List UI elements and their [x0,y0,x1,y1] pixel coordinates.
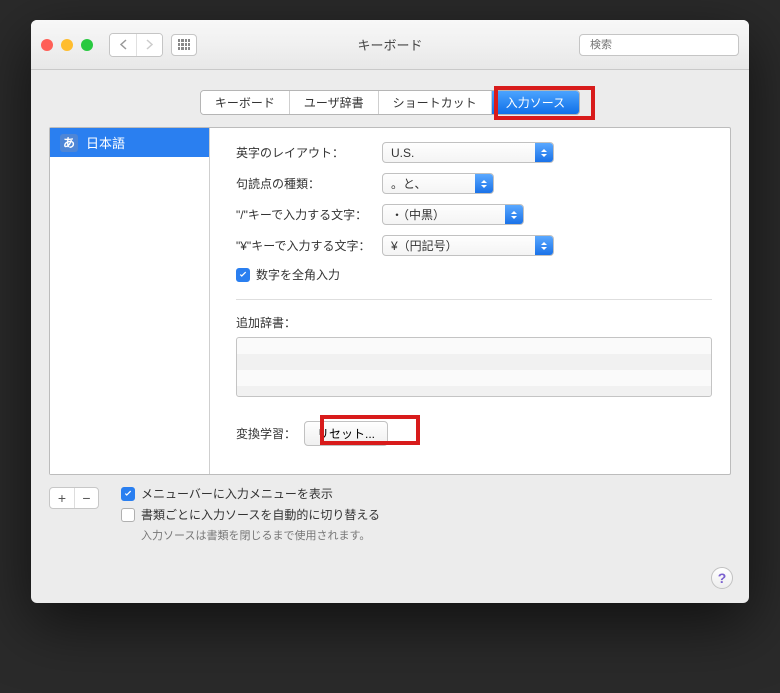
chevron-updown-icon [535,143,553,162]
search-field[interactable] [579,34,739,56]
remove-button[interactable]: − [74,488,98,508]
checkbox-auto-switch[interactable]: 書類ごとに入力ソースを自動的に切り替える [121,506,731,523]
forward-button[interactable] [136,34,162,56]
tab-user-dict[interactable]: ユーザ辞書 [289,91,378,114]
add-button[interactable]: + [50,488,74,508]
select-slash-key[interactable]: ・（中黒） [382,204,524,225]
help-button[interactable]: ? [711,567,733,589]
label-roman-layout: 英字のレイアウト： [236,144,382,161]
label-learning: 変換学習： [236,425,296,442]
checkmark-icon [121,487,135,501]
tabs-row: キーボード ユーザ辞書 ショートカット 入力ソース [31,70,749,127]
label-additional-dict: 追加辞書： [236,314,382,331]
tab-input-sources[interactable]: 入力ソース [491,91,579,114]
label-punctuation: 句読点の種類： [236,175,382,192]
label-yen-key: "¥"キーで入力する文字： [236,237,382,254]
window-title: キーボード [357,35,422,54]
chevron-updown-icon [505,205,523,224]
additional-dict-list[interactable] [236,337,712,397]
add-remove-buttons: + − [49,487,99,509]
input-source-label: 日本語 [86,133,125,152]
main-panel: あ 日本語 英字のレイアウト： U.S. 句読点の種類： 。と、 "/"キーで入… [49,127,731,475]
preferences-window: キーボード キーボード ユーザ辞書 ショートカット 入力ソース あ 日本語 英字 [31,20,749,603]
chevron-updown-icon [535,236,553,255]
tab-keyboard[interactable]: キーボード [201,91,289,114]
grid-icon [178,39,190,51]
select-punctuation[interactable]: 。と、 [382,173,494,194]
show-all-button[interactable] [171,34,197,56]
content: あ 日本語 英字のレイアウト： U.S. 句読点の種類： 。と、 "/"キーで入… [31,127,749,557]
tab-shortcuts[interactable]: ショートカット [378,91,491,114]
titlebar: キーボード [31,20,749,70]
reset-button[interactable]: リセット... [304,421,388,446]
input-source-japanese[interactable]: あ 日本語 [50,128,209,157]
select-yen-key[interactable]: ¥（円記号） [382,235,554,256]
label-slash-key: "/"キーで入力する文字： [236,206,382,223]
checkbox-show-input-menu[interactable]: メニューバーに入力メニューを表示 [121,485,731,502]
footer: + − メニューバーに入力メニューを表示 書類ごとに入力ソースを自動的に切り替え… [49,481,731,543]
zoom-button[interactable] [81,39,93,51]
checkbox-fullwidth-numbers[interactable]: 数字を全角入力 [236,266,712,283]
close-button[interactable] [41,39,53,51]
details-pane: 英字のレイアウト： U.S. 句読点の種類： 。と、 "/"キーで入力する文字：… [210,128,730,474]
traffic-lights [41,39,93,51]
minimize-button[interactable] [61,39,73,51]
input-source-list: あ 日本語 [50,128,210,474]
tabs: キーボード ユーザ辞書 ショートカット 入力ソース [200,90,580,115]
checkbox-empty-icon [121,508,135,522]
japanese-icon: あ [60,134,78,152]
chevron-updown-icon [475,174,493,193]
search-input[interactable] [590,39,732,51]
checkmark-icon [236,268,250,282]
nav-buttons [109,33,163,57]
footnote: 入力ソースは書類を閉じるまで使用されます。 [121,527,731,543]
select-roman-layout[interactable]: U.S. [382,142,554,163]
back-button[interactable] [110,34,136,56]
divider [236,299,712,300]
